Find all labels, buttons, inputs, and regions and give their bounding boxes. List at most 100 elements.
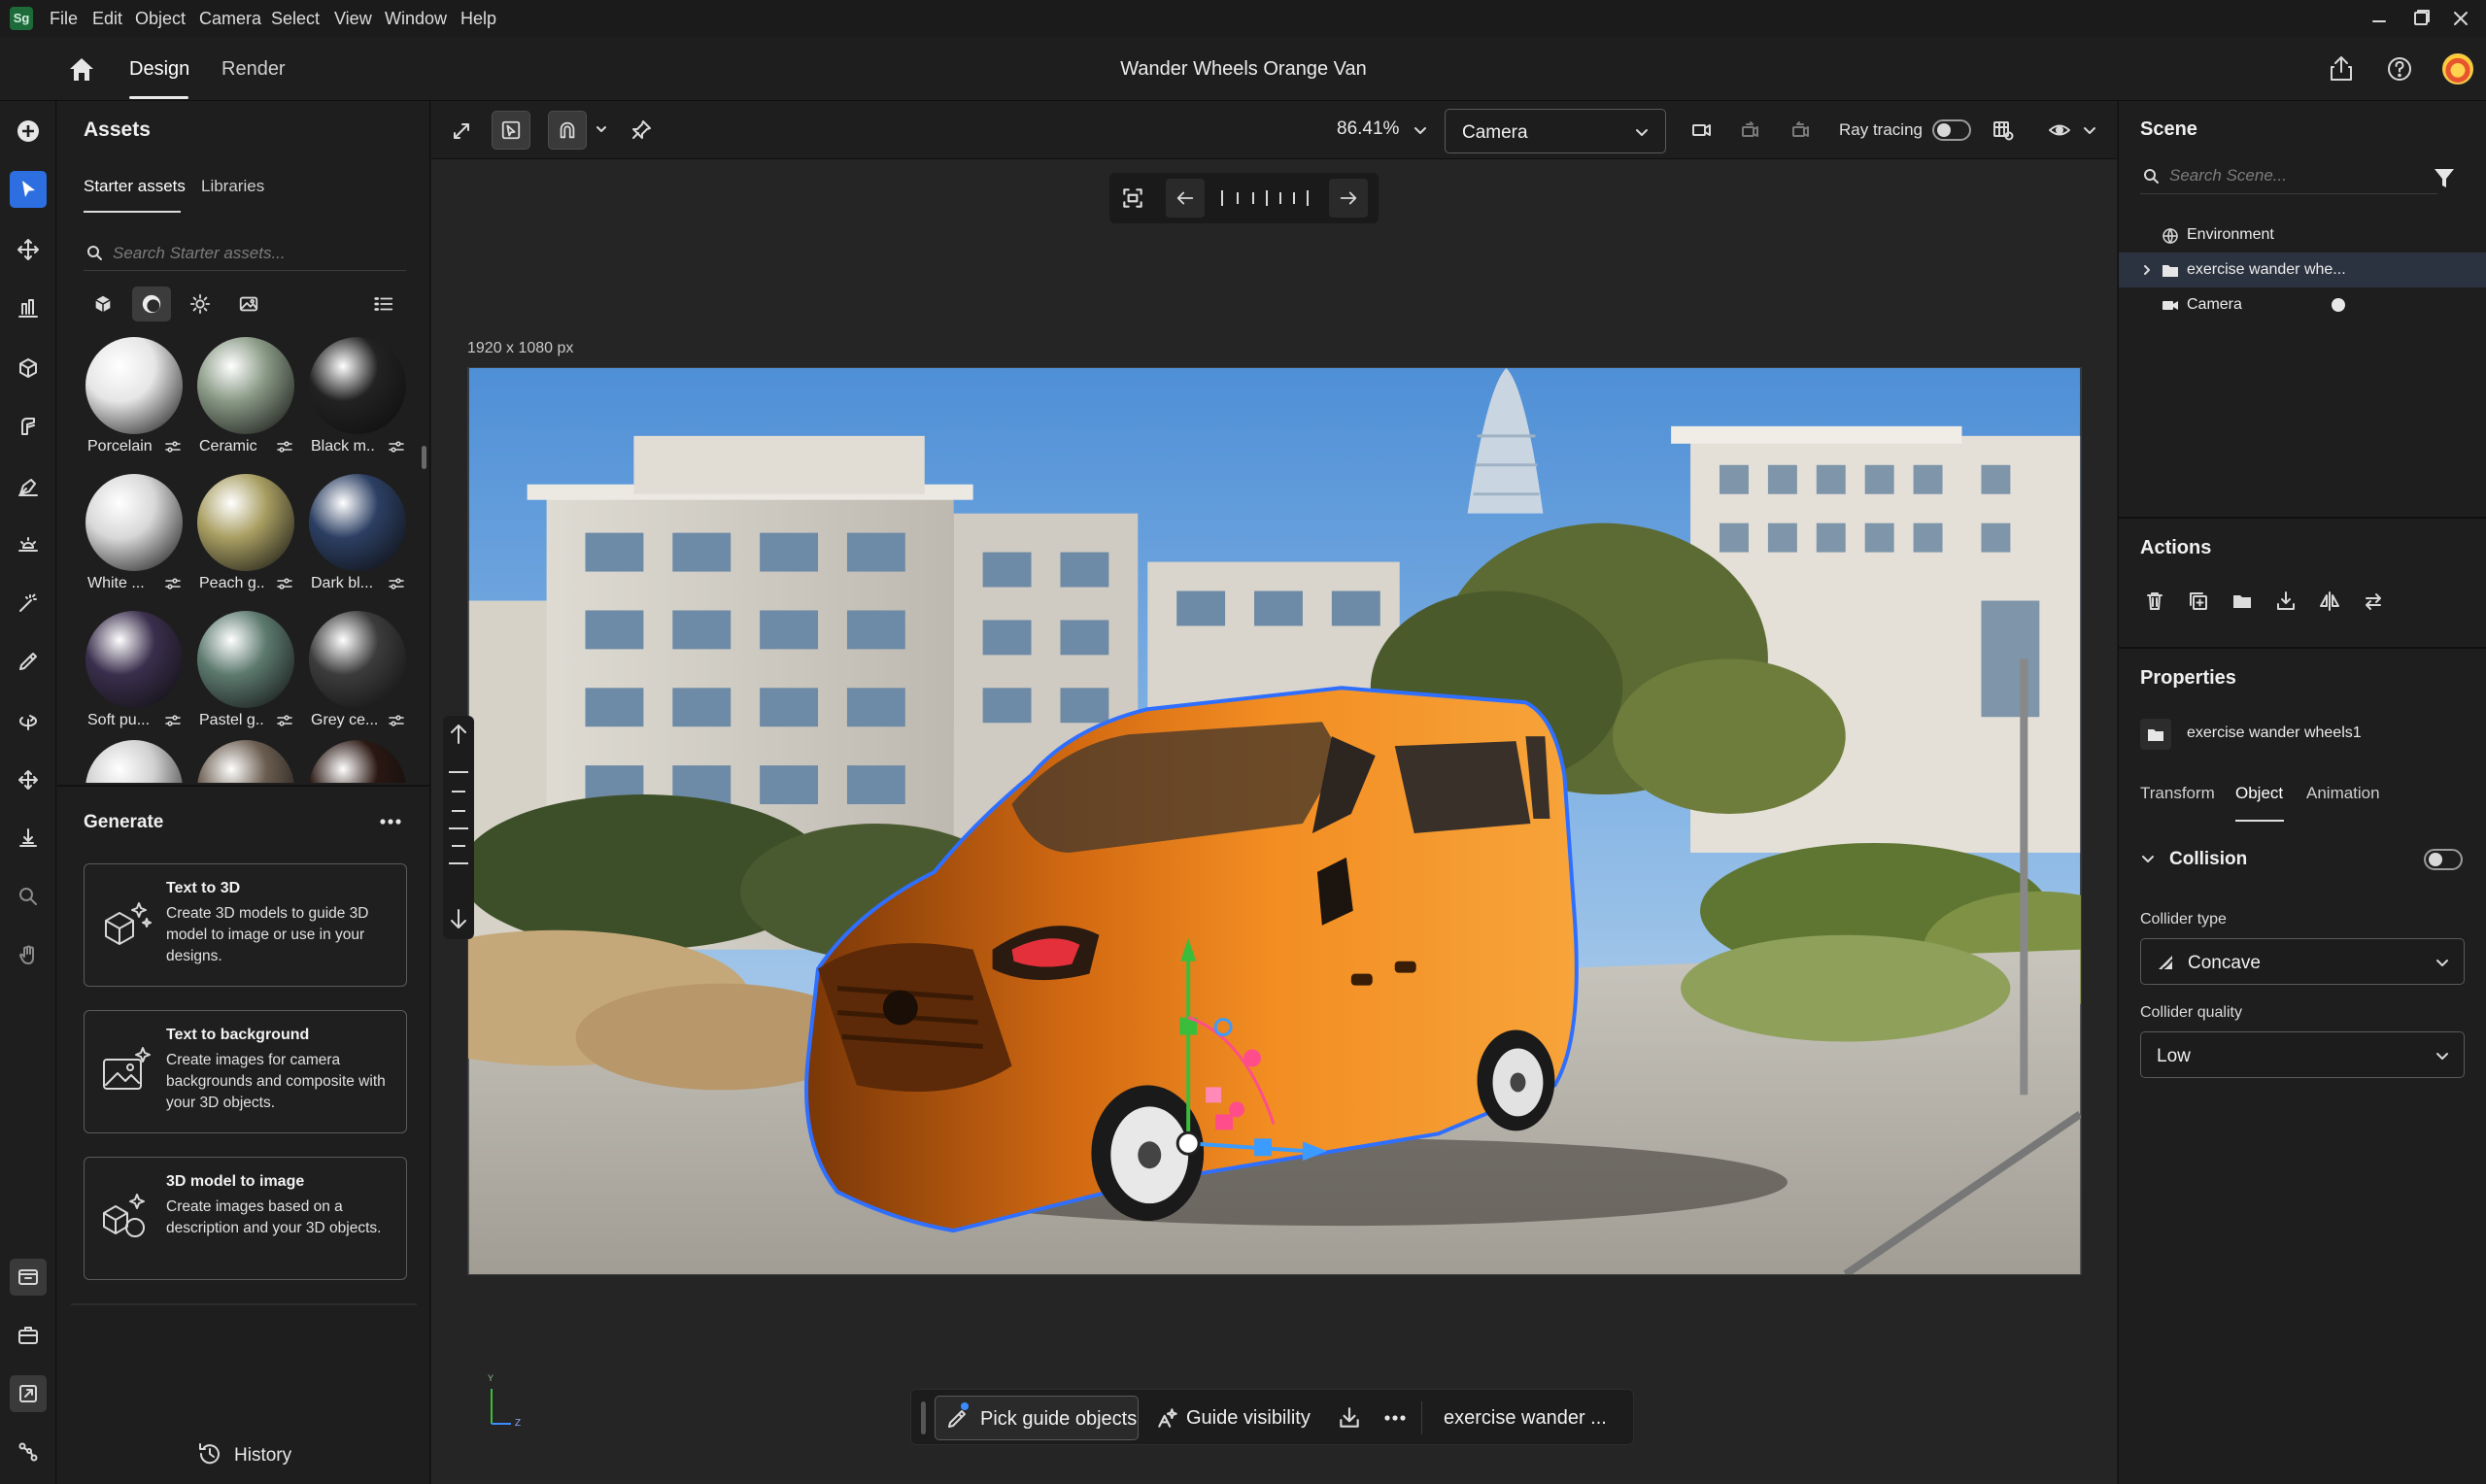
menu-camera[interactable]: Camera [199,0,261,37]
delete-icon[interactable] [2138,585,2171,618]
guide-visibility-icon[interactable] [1155,1405,1180,1431]
download-icon[interactable] [1337,1405,1362,1431]
material-swatch[interactable] [309,740,406,783]
mirror-icon[interactable] [2313,585,2346,618]
cube-icon[interactable] [10,350,47,387]
layers-icon[interactable] [10,1259,47,1296]
material-tile[interactable]: Grey ce... [307,611,408,739]
asset-search-input[interactable]: Search Starter assets... [84,236,406,271]
tab-animation[interactable]: Animation [2306,784,2380,803]
material-options-icon[interactable] [165,714,181,727]
active-camera-indicator[interactable] [2332,298,2345,312]
tab-render[interactable]: Render [221,37,286,101]
zoom-level[interactable]: 86.41% [1337,118,1399,140]
close-icon[interactable] [2446,4,2475,33]
home-icon[interactable] [66,54,97,84]
collider-type-select[interactable]: Concave [2140,938,2465,985]
material-options-icon[interactable] [165,440,181,454]
text-to-background-card[interactable]: Text to background Create images for cam… [84,1010,407,1133]
visibility-eye-icon[interactable] [2040,111,2079,150]
help-icon[interactable] [2383,52,2416,85]
swap-icon[interactable] [2357,585,2390,618]
images-filter-icon[interactable] [229,287,268,321]
menu-edit[interactable]: Edit [92,0,122,37]
orbit-icon[interactable] [10,703,47,740]
redo-camera-icon[interactable] [1782,111,1821,150]
menu-window[interactable]: Window [385,0,447,37]
collision-toggle[interactable] [2424,849,2463,870]
arrow-right-icon[interactable] [1329,179,1368,218]
material-options-icon[interactable] [389,440,404,454]
materials-filter-icon[interactable] [132,287,171,321]
text-to-3d-card[interactable]: Text to 3D Create 3D models to guide 3D … [84,863,407,987]
frame-selection-icon[interactable] [492,111,530,150]
arrow-up-icon[interactable] [448,722,469,747]
material-options-icon[interactable] [277,577,292,590]
tab-transform[interactable]: Transform [2140,784,2215,803]
menu-help[interactable]: Help [460,0,496,37]
maximize-icon[interactable] [2406,4,2435,33]
camera-select[interactable]: Camera [1445,109,1666,153]
material-tile[interactable]: Porcelain [84,337,185,465]
models-filter-icon[interactable] [84,287,122,321]
transform-gizmo-icon[interactable] [443,111,482,150]
arrow-left-icon[interactable] [1166,179,1205,218]
chevron-down-icon[interactable] [595,122,608,136]
history-button[interactable]: History [195,1435,351,1474]
guide-visibility-button[interactable]: Guide visibility [1186,1407,1311,1430]
scene-item-environment[interactable]: Environment [2119,218,2486,253]
hand-icon[interactable] [10,936,47,973]
duplicate-icon[interactable] [2182,585,2215,618]
material-options-icon[interactable] [389,714,404,727]
share-icon[interactable] [2325,52,2358,85]
tab-object[interactable]: Object [2235,784,2283,803]
tab-starter-assets[interactable]: Starter assets [84,177,186,196]
material-tile[interactable]: Black m.. [307,337,408,465]
tab-design[interactable]: Design [129,37,189,101]
eyedropper-icon[interactable] [10,643,47,680]
pan-icon[interactable] [10,761,47,798]
move-tool-icon[interactable] [10,231,47,268]
zoom-chevron-icon[interactable] [1413,122,1428,138]
material-options-icon[interactable] [277,714,292,727]
scene-search-input[interactable]: Search Scene... [2140,159,2437,194]
minimize-icon[interactable] [2365,4,2394,33]
align-tool-icon[interactable] [10,289,47,326]
list-view-icon[interactable] [364,287,403,321]
render-settings-icon[interactable] [1984,111,2023,150]
filter-icon[interactable] [2432,165,2457,190]
pick-guide-objects-button[interactable]: Pick guide objects [935,1396,1139,1440]
scene-item-camera[interactable]: Camera [2119,287,2486,322]
model-to-image-card[interactable]: 3D model to image Create images based on… [84,1157,407,1280]
pin-icon[interactable] [622,111,661,150]
menu-file[interactable]: File [50,0,78,37]
material-tile[interactable]: Peach g.. [195,474,296,602]
tab-libraries[interactable]: Libraries [201,177,264,196]
add-camera-icon[interactable] [1683,111,1721,150]
material-tile[interactable]: Dark bl... [307,474,408,602]
vertical-scrub-ruler[interactable] [447,764,470,881]
more-options-icon[interactable] [378,812,403,831]
briefcase-icon[interactable] [10,1317,47,1354]
material-tile[interactable]: White ... [84,474,185,602]
avatar[interactable] [2442,53,2473,84]
material-options-icon[interactable] [165,577,181,590]
camera-scrub-ruler[interactable] [1210,179,1317,218]
menu-select[interactable]: Select [271,0,320,37]
group-folder-icon[interactable] [2226,585,2259,618]
drop-to-ground-icon[interactable] [10,820,47,857]
visibility-chevron-icon[interactable] [2082,122,2097,138]
material-tile[interactable]: Pastel g.. [195,611,296,739]
scene-item-exercise-wander-wheels[interactable]: exercise wander whe... [2119,253,2486,287]
collider-quality-select[interactable]: Low [2140,1031,2465,1078]
material-swatch[interactable] [85,740,183,783]
drop-to-ground-icon[interactable] [2269,585,2302,618]
assets-scrollbar[interactable] [422,446,426,469]
select-tool-icon[interactable] [10,171,47,208]
fit-view-icon[interactable] [1113,179,1152,218]
zoom-icon[interactable] [10,878,47,915]
connections-icon[interactable] [10,1433,47,1470]
pen-tool-icon[interactable] [10,468,47,505]
menu-view[interactable]: View [334,0,372,37]
viewport[interactable]: 1920 x 1080 px Y Z Pick guide objects Gu… [431,159,2117,1484]
